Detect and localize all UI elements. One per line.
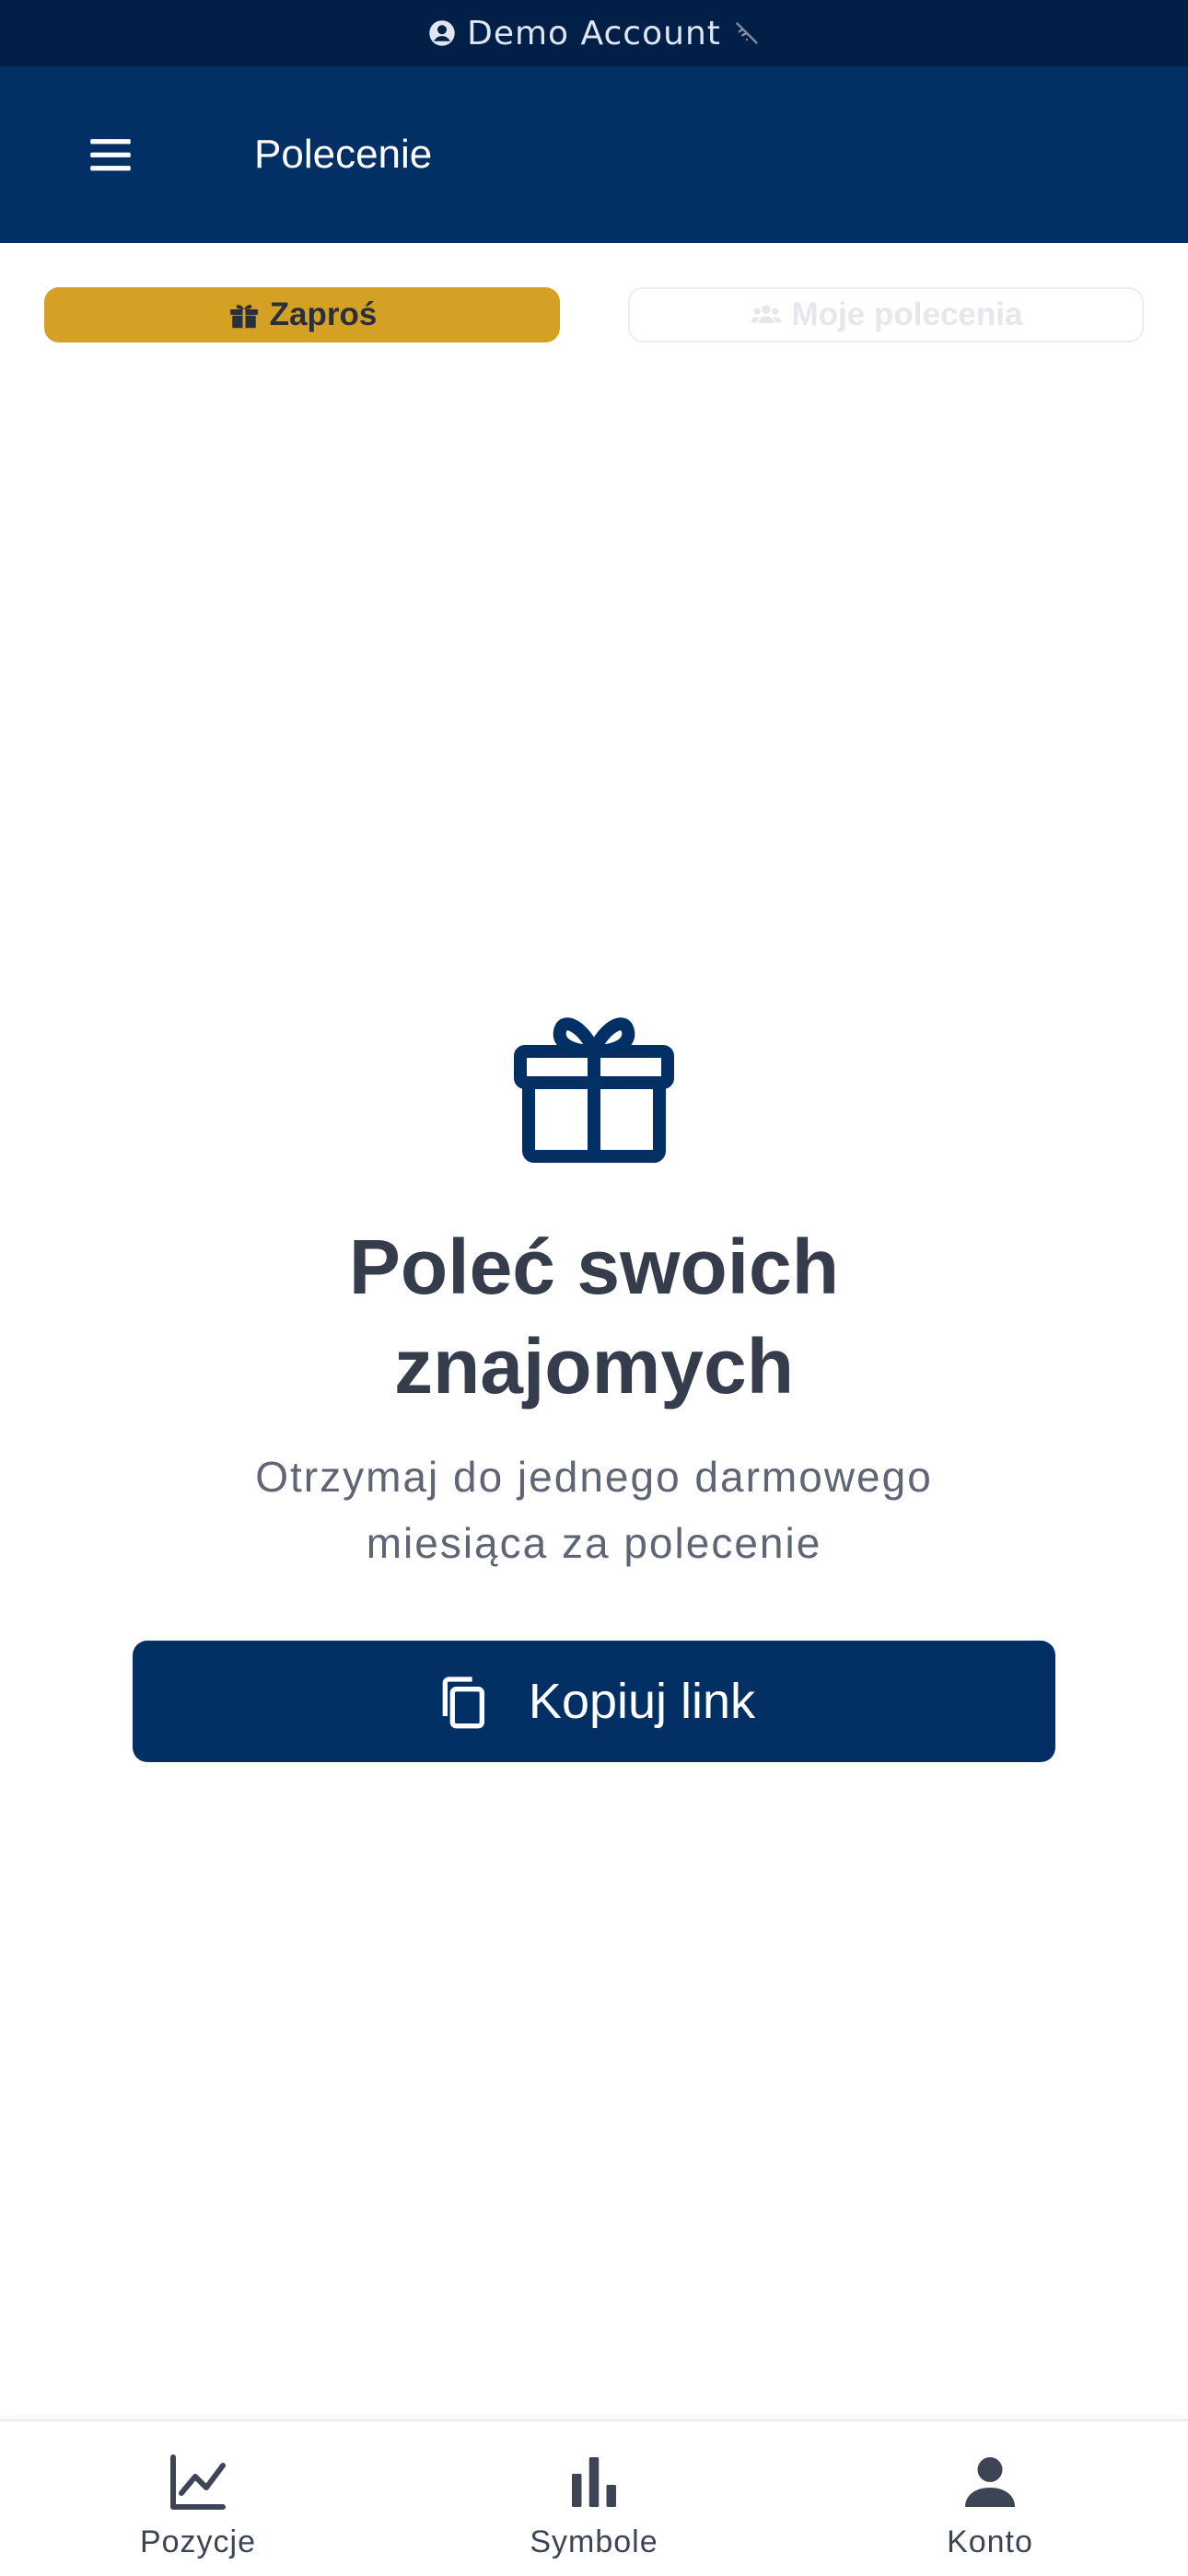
status-bar: Demo Account: [0, 0, 1188, 66]
menu-button[interactable]: [64, 120, 157, 190]
nav-label-account: Konto: [947, 2524, 1033, 2559]
gift-icon: [514, 1017, 674, 1163]
gift-icon: [229, 305, 258, 329]
copy-link-button[interactable]: Kopiuj link: [133, 1641, 1055, 1762]
account-circle-icon: [429, 20, 455, 46]
line-chart-icon: [170, 2454, 226, 2510]
hero-title: Poleć swoich znajomych: [348, 1224, 840, 1410]
bar-chart-icon: [572, 2457, 616, 2507]
app-header: Polecenie: [0, 66, 1188, 243]
copy-link-label: Kopiuj link: [528, 1674, 756, 1729]
person-icon: [965, 2457, 1015, 2507]
tab-invite[interactable]: Zaproś: [44, 287, 560, 342]
page-title: Polecenie: [254, 132, 433, 177]
bottom-navigation: Pozycje Symbole Konto: [0, 2419, 1188, 2576]
hamburger-menu-icon: [90, 139, 131, 171]
nav-item-positions[interactable]: Pozycje: [0, 2421, 396, 2576]
tab-invite-label: Zaproś: [269, 296, 378, 332]
account-label: Demo Account: [467, 14, 721, 52]
nav-item-account[interactable]: Konto: [792, 2421, 1188, 2576]
nav-label-positions: Pozycje: [139, 2524, 257, 2559]
nav-label-symbols: Symbole: [530, 2524, 658, 2559]
copy-icon: [442, 1677, 484, 1729]
hero-subtitle: Otrzymaj do jednego darmowego miesiąca za…: [255, 1453, 933, 1567]
nav-item-symbols[interactable]: Symbole: [396, 2421, 792, 2576]
wifi-off-icon: [736, 22, 758, 44]
tab-my-referrals-label: Moje polecenia: [791, 296, 1023, 332]
group-icon: [751, 305, 782, 323]
tab-my-referrals[interactable]: Moje polecenia: [628, 287, 1144, 342]
